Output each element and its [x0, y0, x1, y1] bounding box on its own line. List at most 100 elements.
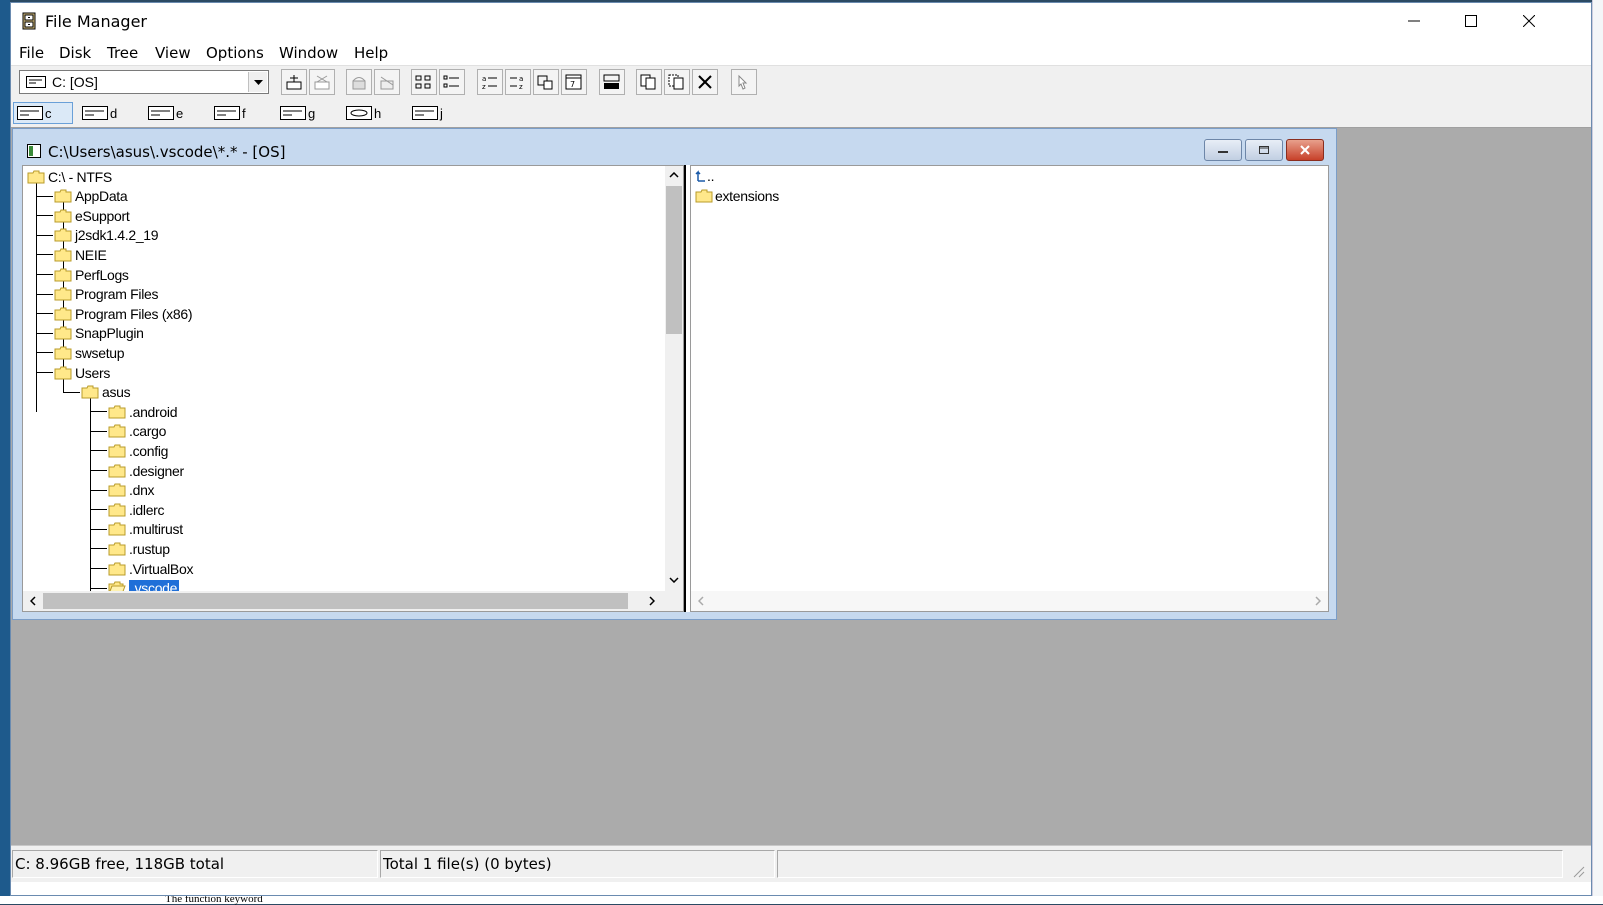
tree-item[interactable]: AppData [54, 187, 128, 206]
tree-item[interactable]: asus [81, 383, 131, 402]
drive-e-button[interactable]: e [145, 102, 186, 124]
file-list-pane[interactable]: .. extensions [690, 165, 1329, 612]
tree-item[interactable]: .cargo [108, 422, 166, 441]
scroll-right-button[interactable] [643, 592, 661, 610]
child-maximize-button[interactable] [1245, 139, 1283, 161]
tree-item-label: j2sdk1.4.2_19 [75, 227, 159, 244]
disconnect-drive-button[interactable] [309, 69, 335, 95]
copy-button[interactable] [636, 69, 662, 95]
child-close-button[interactable] [1286, 139, 1324, 161]
folder-icon [81, 385, 99, 399]
tree-item[interactable]: .VirtualBox [108, 559, 193, 578]
folder-icon [54, 209, 72, 223]
status-bar: C: 8.96GB free, 118GB total Total 1 file… [11, 845, 1591, 882]
minimize-button[interactable] [1385, 3, 1443, 39]
child-minimize-button[interactable] [1204, 139, 1242, 161]
menu-tree[interactable]: Tree [107, 44, 138, 62]
large-icons-icon [415, 75, 431, 89]
maximize-button[interactable] [1442, 3, 1500, 39]
delete-button[interactable] [692, 69, 718, 95]
folder-icon [54, 287, 72, 301]
drive-f-button[interactable]: f [211, 102, 249, 124]
tree-item[interactable]: .multirust [108, 520, 183, 539]
scroll-down-button[interactable] [665, 571, 683, 589]
scroll-up-button[interactable] [665, 166, 683, 184]
parent-directory-item[interactable]: .. [695, 166, 714, 185]
drive-c-button[interactable]: c [13, 102, 73, 124]
tree-vertical-scroll-thumb[interactable] [666, 186, 682, 334]
drive-dropdown-button[interactable] [248, 72, 267, 92]
drive-icon [412, 106, 438, 120]
stop-sharing-button[interactable] [374, 69, 400, 95]
sort-by-name-button[interactable]: az [477, 69, 503, 95]
tree-connector [90, 528, 107, 530]
tree-item-label: .designer [129, 462, 184, 479]
move-button[interactable] [664, 69, 690, 95]
tree-item[interactable]: .dnx [108, 481, 155, 500]
menu-bar: File Disk Tree View Options Window Help [11, 39, 1591, 66]
tree-item[interactable]: .idlerc [108, 500, 165, 519]
folder-icon [108, 405, 126, 419]
sort-by-size-button[interactable] [533, 69, 559, 95]
tree-horizontal-scrollbar[interactable] [23, 591, 683, 611]
menu-disk[interactable]: Disk [59, 44, 91, 62]
tree-item[interactable]: eSupport [54, 206, 130, 225]
tree-item[interactable]: .rustup [108, 539, 170, 558]
tree-item[interactable]: Program Files [54, 285, 159, 304]
tree-item[interactable]: .designer [108, 461, 184, 480]
menu-file[interactable]: File [19, 44, 44, 62]
drive-h-button[interactable]: h [343, 102, 384, 124]
tree-item[interactable]: Users [54, 363, 110, 382]
sort-by-date-button[interactable]: 7 [561, 69, 587, 95]
folder-icon [54, 189, 72, 203]
tree-vertical-scrollbar[interactable] [665, 166, 683, 591]
menu-view[interactable]: View [155, 44, 191, 62]
tree-item[interactable]: NEIE [54, 245, 107, 264]
file-count-status: Total 1 file(s) (0 bytes) [380, 850, 775, 878]
tree-item[interactable]: swsetup [54, 343, 125, 362]
drive-d-button[interactable]: d [79, 102, 120, 124]
view-large-icons-button[interactable] [411, 69, 437, 95]
drive-g-button[interactable]: g [277, 102, 318, 124]
close-icon [1300, 145, 1310, 155]
tree-item[interactable]: PerfLogs [54, 265, 129, 284]
tree-item[interactable]: j2sdk1.4.2_19 [54, 226, 159, 245]
tree-item[interactable]: .config [108, 441, 168, 460]
tree-item-label: .VirtualBox [129, 560, 194, 577]
tree-horizontal-scroll-thumb[interactable] [43, 593, 628, 609]
tree-connector [90, 548, 107, 550]
tree-item[interactable]: C:\ - NTFS [27, 167, 112, 186]
svg-text:7: 7 [570, 80, 575, 89]
file-cabinet-icon [22, 12, 36, 30]
title-bar[interactable]: File Manager [11, 3, 1591, 39]
new-window-icon [603, 74, 620, 89]
folder-icon [108, 444, 126, 458]
drive-j-button[interactable]: j [409, 102, 446, 124]
view-details-button[interactable] [439, 69, 465, 95]
tree-item[interactable]: .android [108, 402, 178, 421]
new-window-button[interactable] [599, 69, 625, 95]
disconnect-drive-icon [314, 75, 330, 90]
menu-window[interactable]: Window [279, 44, 338, 62]
folder-icon [27, 170, 45, 183]
tree-item[interactable]: SnapPlugin [54, 324, 144, 343]
close-button[interactable] [1500, 3, 1558, 39]
directory-tree-pane[interactable]: C:\ - NTFS AppData eSupport j2sdk1.4.2_19 NE… [22, 165, 684, 612]
file-list-horizontal-scrollbar[interactable] [691, 591, 1328, 611]
menu-options[interactable]: Options [206, 44, 264, 62]
tree-item[interactable]: Program Files (x86) [54, 304, 193, 323]
scroll-left-button[interactable] [24, 592, 42, 610]
connect-drive-button[interactable] [281, 69, 307, 95]
tree-item-label: Program Files [75, 286, 159, 303]
drive-select[interactable]: C: [OS] [19, 70, 269, 94]
directory-window-title: C:\Users\asus\.vscode\*.* - [OS] [48, 143, 286, 161]
resize-grip-icon[interactable] [1571, 864, 1585, 878]
scroll-left-button[interactable] [692, 592, 710, 610]
sort-by-type-button[interactable]: az [505, 69, 531, 95]
extra-status [777, 850, 1563, 878]
help-pointer-button[interactable] [731, 69, 757, 95]
menu-help[interactable]: Help [354, 44, 388, 62]
share-as-button[interactable] [346, 69, 372, 95]
scroll-right-button[interactable] [1309, 592, 1327, 610]
file-list-item[interactable]: extensions [695, 186, 779, 205]
